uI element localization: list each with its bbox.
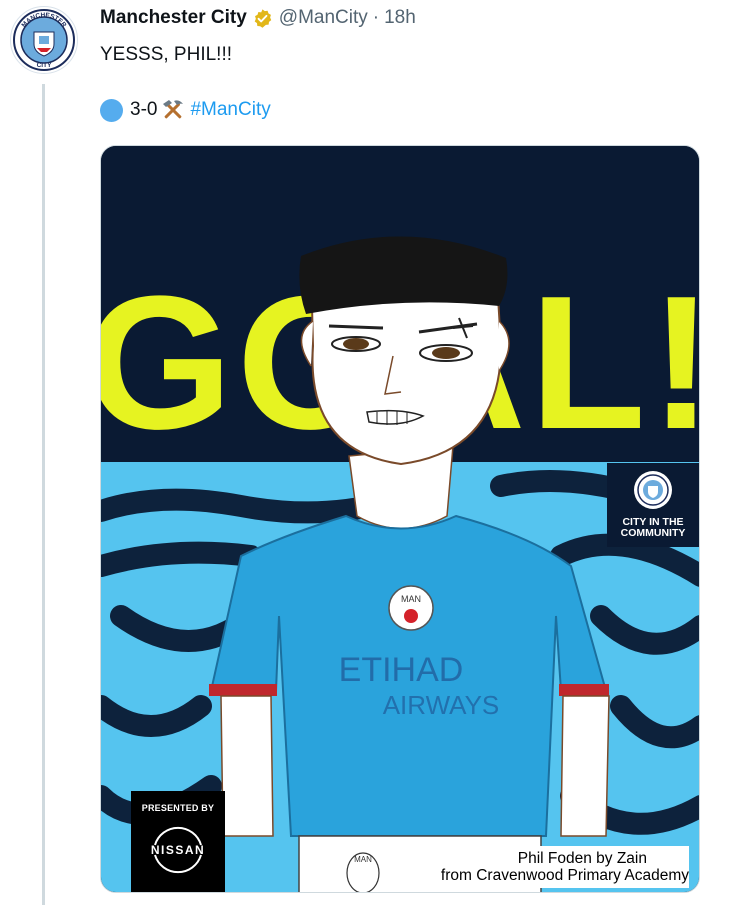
tweet-timestamp[interactable]: 18h	[384, 7, 416, 29]
avatar-badge-text-bottom: CITY	[37, 62, 52, 69]
man-city-badge-icon: MANCHESTER CITY	[13, 9, 75, 71]
tweet-header: Manchester City @ManCity · 18h	[100, 6, 416, 30]
caption-line2: from Cravenwood Primary Academy	[440, 867, 689, 884]
sponsor-panel: PRESENTED BY NISSAN	[131, 791, 225, 892]
hair	[299, 236, 508, 314]
city-in-the-community-logo: CITY IN THE COMMUNITY	[607, 463, 699, 547]
svg-text:NISSAN: NISSAN	[151, 843, 205, 857]
svg-text:ETIHAD: ETIHAD	[339, 651, 464, 689]
nissan-logo-icon: NISSAN	[143, 823, 213, 875]
tweet-text-line2: 3-0 #ManCity	[100, 97, 271, 123]
tweet-text-line1: YESSS, PHIL!!!	[100, 44, 232, 65]
cic-label: CITY IN THE COMMUNITY	[620, 516, 686, 539]
hashtag-link[interactable]: #ManCity	[190, 99, 270, 121]
tweet-media-image[interactable]: GOAL! MAN	[100, 145, 700, 893]
svg-text:AIRWAYS: AIRWAYS	[383, 690, 500, 720]
caption-line1: Phil Foden by Zain	[517, 850, 647, 867]
cic-badge-icon	[634, 471, 672, 509]
blue-circle-emoji	[100, 98, 123, 122]
tweet[interactable]: MANCHESTER CITY Manchester City @ManCity…	[0, 0, 730, 905]
thread-line	[42, 84, 45, 905]
avatar-column: MANCHESTER CITY	[0, 0, 90, 905]
score-text: 3-0	[130, 99, 158, 120]
svg-text:MAN: MAN	[401, 594, 421, 604]
artwork-caption: Phil Foden by Zain from Cravenwood Prima…	[389, 846, 689, 888]
author-handle[interactable]: @ManCity	[279, 7, 368, 29]
presented-by-label: PRESENTED BY	[141, 803, 215, 813]
shirt-crest: MAN	[388, 585, 434, 631]
header-separator: ·	[372, 7, 380, 28]
svg-text:MAN: MAN	[354, 855, 372, 864]
hammer-pick-emoji	[160, 97, 186, 123]
avatar[interactable]: MANCHESTER CITY	[10, 6, 78, 74]
author-name[interactable]: Manchester City	[100, 7, 247, 29]
verified-badge-icon	[252, 8, 273, 29]
